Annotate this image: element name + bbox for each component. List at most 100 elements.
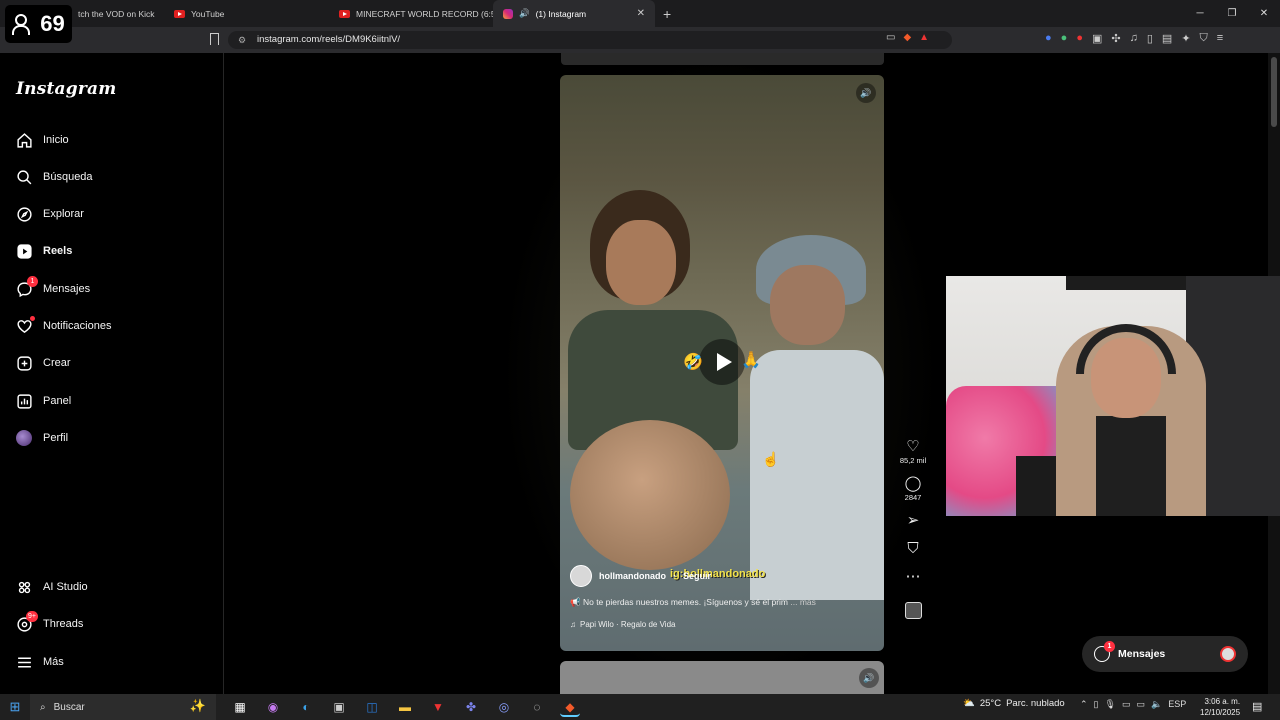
messages-pill[interactable]: 1 Mensajes <box>1082 636 1248 672</box>
reel-audio[interactable]: ♫ Papi Wilo · Regalo de Vida <box>570 620 870 629</box>
tab-youtube[interactable]: YouTube <box>160 0 325 27</box>
reel-user-row: hollmandonado · Seguir <box>570 565 870 587</box>
reel-user-avatar[interactable] <box>570 565 592 587</box>
mouse-cursor-icon: ☝ <box>762 451 780 467</box>
previous-reel[interactable] <box>561 53 884 65</box>
weather-widget[interactable]: ⛅ 25°C Parc. nublado <box>963 698 1065 709</box>
comment-icon: ◯ <box>904 475 922 492</box>
tab-minecraft[interactable]: MINECRAFT WORLD RECORD (6:50) <box>325 0 493 27</box>
nav-mensajes[interactable]: 1 Mensajes <box>16 275 90 301</box>
outlook-icon[interactable]: ◫ <box>362 697 382 717</box>
nav-notificaciones[interactable]: Notificaciones <box>16 314 111 338</box>
menu-icon[interactable]: ≡ <box>1217 32 1223 45</box>
heart-icon <box>16 315 35 335</box>
reels-icon <box>16 243 33 260</box>
discord-icon[interactable]: ◎ <box>494 697 514 717</box>
reel-video[interactable]: 🔊 🤣 🙏 ig:hollmandonado hollmandonado · S… <box>560 75 884 651</box>
tray-icon[interactable]: ▯ <box>1094 699 1099 710</box>
brave-icon[interactable]: ◆ <box>560 697 580 717</box>
taskbar-apps: ▦ ◉ ◐ ▣ ◫ ▬ ▼ ✤ ◎ ◌ ◆ <box>216 697 580 717</box>
extension-icon[interactable]: ● <box>1061 32 1068 45</box>
instagram-logo[interactable]: Instagram <box>16 79 116 99</box>
like-action[interactable]: ♡ 85,2 mil <box>896 438 930 465</box>
chevron-up-icon[interactable]: ⌃ <box>1080 699 1088 710</box>
save-action[interactable]: ⛉ <box>896 540 930 558</box>
mute-toggle-icon[interactable]: 🔊 <box>859 668 879 688</box>
obs-icon[interactable]: ◌ <box>527 697 547 717</box>
minimize-icon[interactable]: ─ <box>1184 0 1216 27</box>
file-explorer-icon[interactable]: ▬ <box>395 697 415 717</box>
site-info-icon[interactable]: ⚙ <box>238 31 246 49</box>
mute-toggle-icon[interactable]: 🔊 <box>856 83 876 103</box>
bookmark-icon[interactable] <box>210 33 219 45</box>
app-icon[interactable]: ▼ <box>428 697 448 717</box>
close-tab-icon[interactable]: ✕ <box>637 8 645 19</box>
share-action[interactable]: ➢ <box>896 512 930 530</box>
url-field[interactable]: ⚙ instagram.com/reels/DM9K6iitnlV/ <box>228 31 952 49</box>
search-icon: ⌕ <box>40 701 46 713</box>
new-tab-button[interactable]: + <box>655 6 679 22</box>
nav-label: Crear <box>43 357 71 369</box>
nav-label: Threads <box>43 618 84 630</box>
store-icon[interactable]: ▣ <box>329 697 349 717</box>
tray-icon[interactable]: ▭ <box>1122 699 1131 710</box>
nav-inicio[interactable]: Inicio <box>16 128 69 152</box>
sidebar-icon[interactable]: ▯ <box>1147 32 1153 45</box>
wifi-icon[interactable]: ▭ <box>1136 699 1145 710</box>
extension-icon[interactable]: ● <box>1045 32 1052 45</box>
caption-text: No te pierdas nuestros memes. ¡Síguenos … <box>582 597 789 607</box>
nav-explorar[interactable]: Explorar <box>16 202 84 226</box>
restore-icon[interactable]: ❐ <box>1216 0 1248 27</box>
clock[interactable]: 3:06 a. m. 12/10/2025 <box>1200 696 1240 718</box>
follow-button[interactable]: Seguir <box>683 571 711 581</box>
music-label: Papi Wilo · Regalo de Vida <box>580 620 676 629</box>
windows-start-icon[interactable]: ⊞ <box>0 699 30 715</box>
weather-icon: ⛅ <box>963 698 975 709</box>
nav-crear[interactable]: Crear <box>16 351 71 375</box>
taskbar-search[interactable]: ⌕ Buscar ✨ <box>30 694 216 720</box>
url-text: instagram.com/reels/DM9K6iitnlV/ <box>257 34 401 45</box>
brave-shield-icon[interactable]: ◆ <box>903 32 911 43</box>
more-options-action[interactable]: ⋯ <box>896 568 930 586</box>
tab-label: (1) Instagram <box>535 8 587 19</box>
brave-rewards-icon[interactable]: ▲ <box>919 32 929 43</box>
microphone-icon[interactable]: 🎙 <box>1105 699 1116 710</box>
close-window-icon[interactable]: ✕ <box>1248 0 1280 27</box>
notifications-icon[interactable]: ▤ <box>1252 700 1262 713</box>
nav-reels[interactable]: Reels <box>16 239 72 263</box>
language-indicator[interactable]: ESP <box>1168 699 1186 710</box>
scroll-thumb[interactable] <box>1271 57 1277 127</box>
nav-threads[interactable]: 9+ Threads <box>16 610 84 636</box>
messenger-icon: 1 <box>1094 641 1115 662</box>
praying-hands-emoji: 🙏 <box>741 352 761 369</box>
caption-more-link[interactable]: ... más <box>790 597 816 607</box>
wallet-icon[interactable]: ▤ <box>1162 32 1172 45</box>
nav-label: Perfil <box>43 432 69 444</box>
nav-mas[interactable]: Más <box>16 650 64 674</box>
music-note-icon: ♫ <box>570 620 576 629</box>
nav-perfil[interactable]: Perfil <box>16 426 68 450</box>
music-icon[interactable]: ♫ <box>1130 32 1138 45</box>
tab-instagram[interactable]: 🔊 (1) Instagram ✕ <box>493 0 655 27</box>
vpn-icon[interactable]: ⛉ <box>1200 32 1208 45</box>
puzzle-icon[interactable]: ✣ <box>1111 32 1120 45</box>
audio-thumbnail[interactable] <box>904 602 922 619</box>
leo-icon[interactable]: ✦ <box>1181 32 1190 45</box>
nav-ai-studio[interactable]: AI Studio <box>16 575 88 599</box>
next-reel[interactable] <box>560 661 884 694</box>
edge-icon[interactable]: ◐ <box>296 697 316 717</box>
reel-username[interactable]: hollmandonado <box>599 571 666 581</box>
volume-icon[interactable]: 🔈 <box>1151 699 1162 710</box>
extension-icon[interactable]: ▣ <box>1092 32 1102 45</box>
comment-action[interactable]: ◯ 2847 <box>896 475 930 502</box>
teams-icon[interactable]: ✤ <box>461 697 481 717</box>
extension-icon[interactable]: ● <box>1076 32 1083 45</box>
copilot-icon[interactable]: ◉ <box>263 697 283 717</box>
task-view-icon[interactable]: ▦ <box>230 697 250 717</box>
nav-panel[interactable]: Panel <box>16 389 71 413</box>
reel-actions: ♡ 85,2 mil ◯ 2847 ➢ ⛉ ⋯ <box>896 438 930 619</box>
cast-icon[interactable]: ▭ <box>886 32 895 43</box>
nav-busqueda[interactable]: Búsqueda <box>16 165 93 189</box>
speaker-icon: 🔊 <box>519 8 530 18</box>
play-button[interactable] <box>699 339 745 385</box>
